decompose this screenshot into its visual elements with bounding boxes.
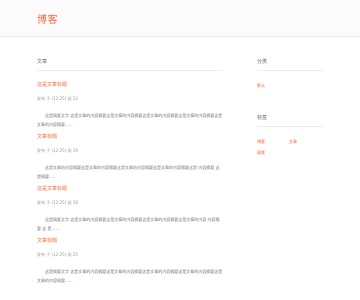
post-meta: 发布 于 (12-25) 阅 18 [37, 200, 78, 205]
post-title-link[interactable]: 文章标题 [37, 133, 57, 140]
sidebar-tag-link[interactable]: 文章 [289, 136, 297, 147]
sidebar-tag-link[interactable]: 随笔 [257, 147, 265, 158]
sidebar: 分类 默认 标签 博客 文章 随笔 [257, 55, 323, 178]
post-list: 文章 这是文章标题 发布 于 (12-25) 阅 22 这是摘要文字 这是文章的… [37, 55, 223, 283]
sidebar-tag-block: 标签 博客 文章 随笔 [257, 111, 323, 158]
post-excerpt: 这是摘要文字 这是文章的内容摘要这是文章的内容摘要这是文章的内容摘要这是文章的内… [37, 269, 223, 283]
post-item: 文章标题 发布 于 (12-25) 阅 19 这是文章的内容摘要这是文章的内容摘… [37, 123, 223, 179]
post-list-title: 文章 [37, 55, 223, 71]
sidebar-category-links: 默认 [257, 71, 323, 91]
post-item: 文章标题 发布 于 (12-25) 阅 25 这是摘要文字 这是文章的内容摘要这… [37, 227, 223, 283]
post-title-link[interactable]: 这是文章标题 [37, 185, 67, 192]
post-item: 这是文章标题 发布 于 (12-25) 阅 18 这是摘要文字 这是文章的内容摘… [37, 175, 223, 231]
post-meta: 发布 于 (12-25) 阅 19 [37, 148, 78, 153]
site-logo[interactable]: 博客 [37, 11, 58, 26]
post-title-link[interactable]: 文章标题 [37, 237, 57, 244]
sidebar-tag-title: 标签 [257, 111, 323, 127]
site-header: 博客 [0, 0, 360, 37]
sidebar-category-title: 分类 [257, 55, 323, 71]
post-title-link[interactable]: 这是文章标题 [37, 81, 67, 88]
sidebar-tag-links: 博客 文章 随笔 [257, 127, 323, 158]
sidebar-category-link[interactable]: 默认 [257, 80, 265, 91]
post-meta: 发布 于 (12-25) 阅 25 [37, 252, 78, 257]
sidebar-tag-link[interactable]: 博客 [257, 136, 265, 147]
post-meta: 发布 于 (12-25) 阅 22 [37, 96, 78, 101]
sidebar-category-block: 分类 默认 [257, 55, 323, 91]
post-item: 这是文章标题 发布 于 (12-25) 阅 22 这是摘要文字 这是文章的内容摘… [37, 71, 223, 127]
